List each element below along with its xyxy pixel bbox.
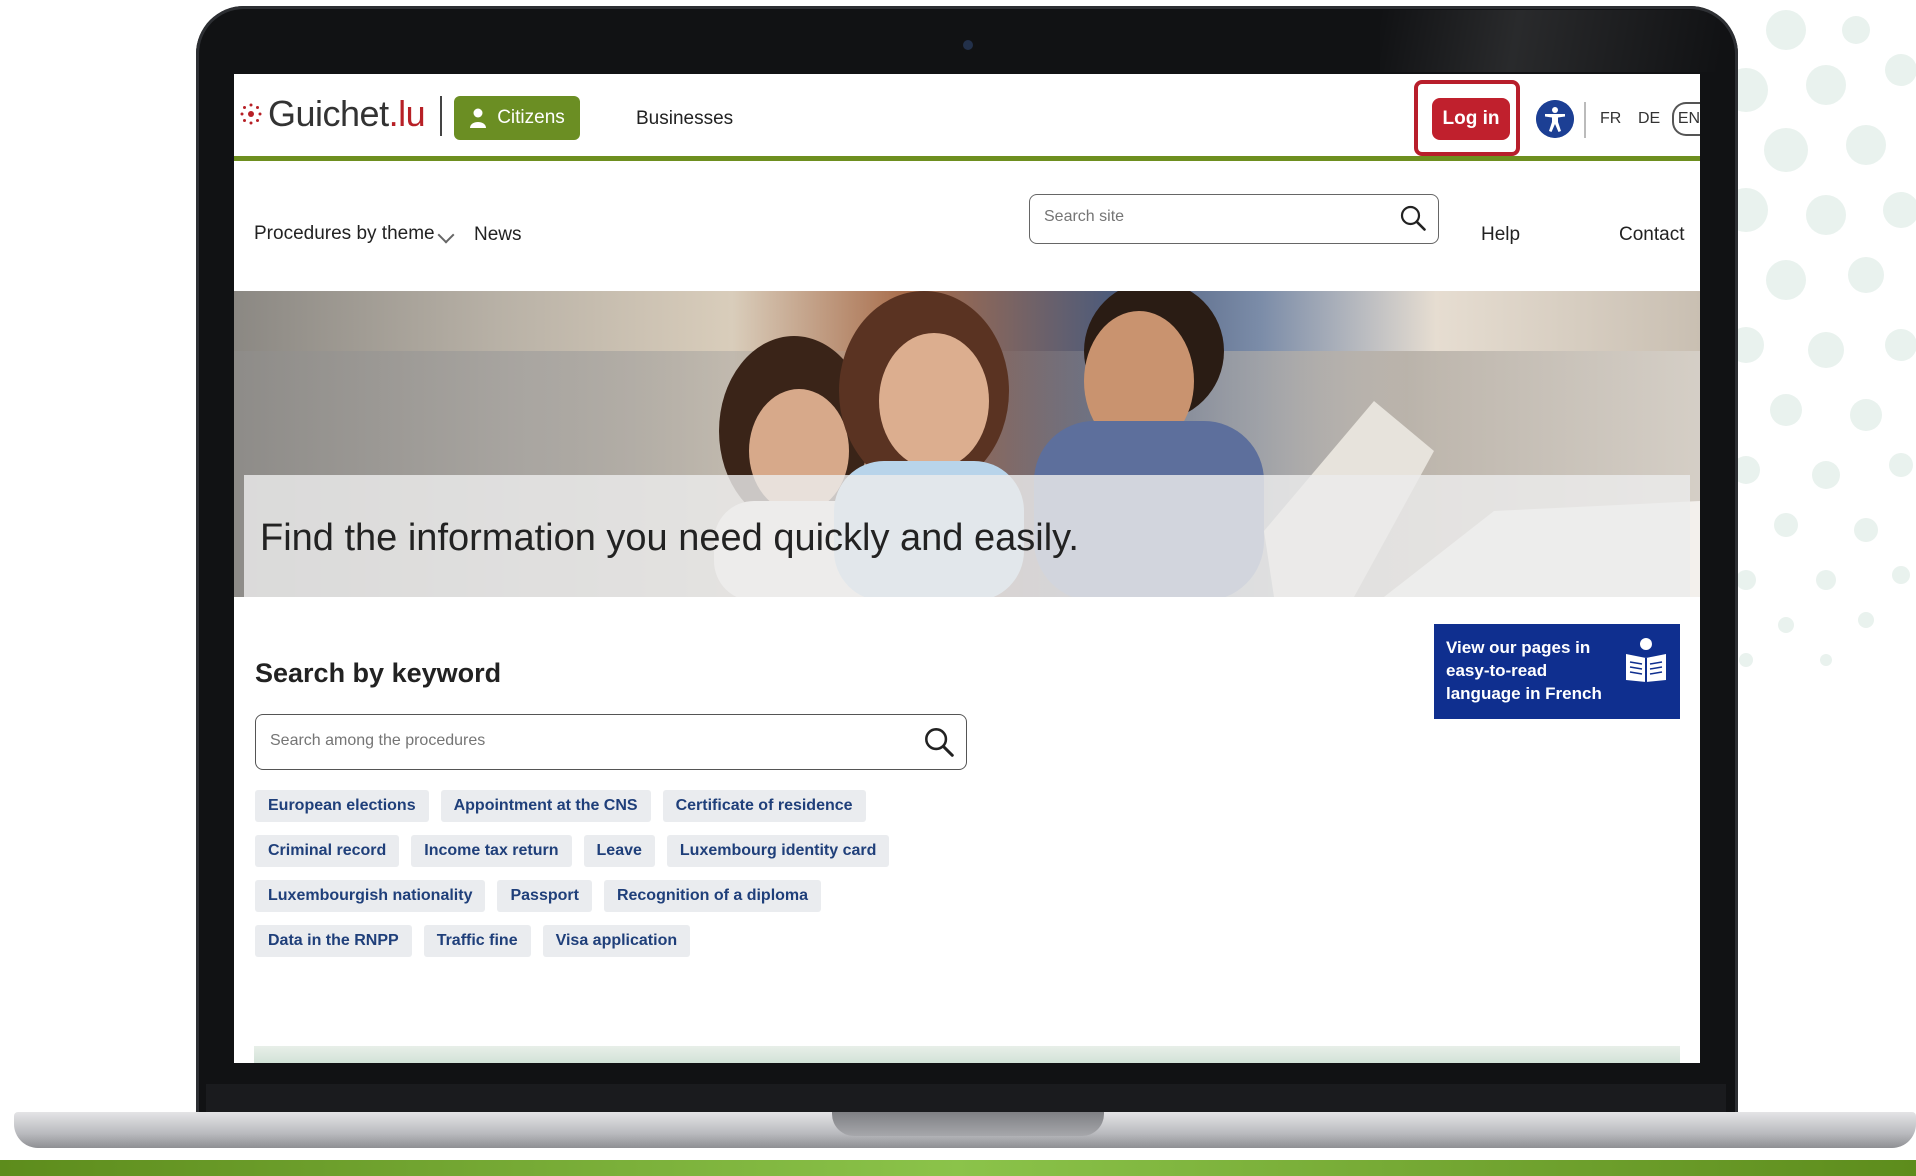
tag-luxembourgish-nationality[interactable]: Luxembourgish nationality — [255, 880, 486, 912]
procedures-by-theme-menu[interactable]: Procedures by theme — [254, 223, 435, 245]
procedure-search-box[interactable] — [255, 714, 967, 770]
green-footer-line — [0, 1160, 1916, 1176]
tag-data-in-rnpp[interactable]: Data in the RNPP — [255, 925, 412, 957]
tag-traffic-fine[interactable]: Traffic fine — [423, 925, 531, 957]
chevron-down-icon[interactable] — [437, 226, 455, 244]
contact-link[interactable]: Contact — [1619, 224, 1684, 246]
top-header: Guichet.lu Citizens Businesses Log in FR… — [234, 74, 1700, 161]
site-search-box[interactable] — [1029, 194, 1439, 244]
tag-recognition-of-diploma[interactable]: Recognition of a diploma — [603, 880, 822, 912]
site-search-input[interactable] — [1042, 207, 1386, 227]
help-link[interactable]: Help — [1481, 224, 1520, 246]
easy-to-read-banner[interactable]: View our pages in easy-to-read language … — [1434, 624, 1680, 719]
webcam — [963, 40, 973, 50]
news-link[interactable]: News — [474, 224, 522, 246]
easy-read-icon — [1626, 638, 1666, 682]
language-de[interactable]: DE — [1638, 110, 1660, 128]
keyword-tags: European elections Appointment at the CN… — [255, 790, 975, 970]
language-en[interactable]: EN — [1672, 102, 1700, 136]
login-button[interactable]: Log in — [1432, 98, 1510, 140]
guichet-logo[interactable]: Guichet.lu — [240, 93, 426, 134]
logo-divider — [440, 96, 442, 136]
tag-income-tax-return[interactable]: Income tax return — [411, 835, 572, 867]
logo-text: Guichet.lu — [268, 93, 426, 134]
tag-row: Luxembourgish nationality Passport Recog… — [255, 880, 975, 912]
laptop-notch — [832, 1112, 1104, 1136]
tag-appointment-cns[interactable]: Appointment at the CNS — [440, 790, 651, 822]
tag-certificate-of-residence[interactable]: Certificate of residence — [662, 790, 866, 822]
tag-european-elections[interactable]: European elections — [255, 790, 429, 822]
tag-luxembourg-identity-card[interactable]: Luxembourg identity card — [666, 835, 890, 867]
search-by-keyword-heading: Search by keyword — [255, 658, 502, 688]
tag-row: Data in the RNPP Traffic fine Visa appli… — [255, 925, 975, 957]
user-icon — [470, 108, 487, 128]
businesses-link[interactable]: Businesses — [636, 108, 733, 130]
tag-visa-application[interactable]: Visa application — [542, 925, 691, 957]
citizens-button[interactable]: Citizens — [454, 96, 580, 140]
search-icon[interactable] — [924, 727, 954, 757]
hero-banner: Find the information you need quickly an… — [234, 291, 1700, 597]
tag-criminal-record[interactable]: Criminal record — [255, 835, 400, 867]
citizens-label: Citizens — [497, 107, 565, 128]
tag-passport[interactable]: Passport — [497, 880, 592, 912]
accessibility-icon[interactable] — [1536, 100, 1574, 138]
laptop-screen: Guichet.lu Citizens Businesses Log in FR… — [234, 74, 1700, 1063]
search-icon[interactable] — [1400, 205, 1426, 231]
language-fr[interactable]: FR — [1600, 110, 1621, 128]
tag-row: Criminal record Income tax return Leave … — [255, 835, 975, 867]
bottom-section-edge — [254, 1046, 1680, 1063]
language-divider — [1584, 102, 1586, 138]
lid-reflection — [1380, 10, 1720, 72]
hero-title: Find the information you need quickly an… — [260, 517, 1079, 559]
easy-to-read-label: View our pages in easy-to-read language … — [1446, 638, 1602, 703]
tag-row: European elections Appointment at the CN… — [255, 790, 975, 822]
procedure-search-input[interactable] — [268, 731, 872, 751]
logo-mark-icon — [240, 103, 262, 125]
tag-leave[interactable]: Leave — [583, 835, 655, 867]
main-navigation: Procedures by theme News Help Contact — [234, 161, 1700, 292]
